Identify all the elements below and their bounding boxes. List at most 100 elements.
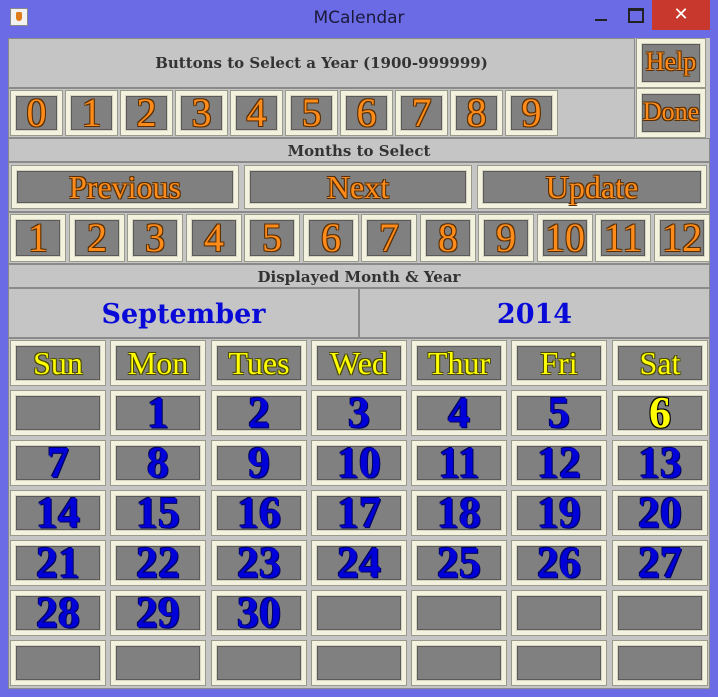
day-cell-17[interactable]: 17 <box>311 490 407 536</box>
month-button-10[interactable]: 10 <box>537 214 593 262</box>
month-display-panel: September <box>8 288 359 338</box>
day-cell-29[interactable]: 29 <box>110 590 206 636</box>
day-cell-empty <box>411 590 507 636</box>
close-button[interactable]: ✕ <box>652 0 710 30</box>
day-cell-28-label: 28 <box>36 588 80 637</box>
day-cell-25[interactable]: 25 <box>411 540 507 586</box>
month-button-2[interactable]: 2 <box>69 214 125 262</box>
month-button-3-label: 3 <box>145 215 165 260</box>
month-button-11[interactable]: 11 <box>595 214 651 262</box>
year-digit-4[interactable]: 4 <box>230 90 283 136</box>
update-button[interactable]: Update <box>477 165 707 209</box>
year-header-label: Buttons to Select a Year (1900-999999) <box>155 54 488 72</box>
month-button-6-label: 6 <box>321 215 341 260</box>
day-cell-19[interactable]: 19 <box>511 490 607 536</box>
year-digit-0[interactable]: 0 <box>10 90 63 136</box>
day-cell-9-label: 9 <box>248 438 270 487</box>
year-digit-9[interactable]: 9 <box>505 90 558 136</box>
day-cell-9[interactable]: 9 <box>211 440 307 486</box>
done-label: Done <box>642 97 700 126</box>
day-cell-empty-label <box>11 391 105 435</box>
day-cell-15[interactable]: 15 <box>110 490 206 536</box>
day-cell-18[interactable]: 18 <box>411 490 507 536</box>
month-button-5[interactable]: 5 <box>244 214 300 262</box>
weekday-sun-label: Sun <box>33 345 83 381</box>
day-cell-13-label: 13 <box>638 438 682 487</box>
day-cell-2[interactable]: 2 <box>211 390 307 436</box>
maximize-button[interactable] <box>618 0 650 30</box>
year-digit-3[interactable]: 3 <box>175 90 228 136</box>
day-cell-21[interactable]: 21 <box>10 540 106 586</box>
day-cell-6[interactable]: 6 <box>612 390 708 436</box>
day-cell-1-label: 1 <box>147 388 169 437</box>
help-button[interactable]: Help <box>636 38 706 88</box>
day-cell-empty <box>612 590 708 636</box>
month-button-1-label: 1 <box>28 215 48 260</box>
weekday-thur: Thur <box>411 340 507 386</box>
day-cell-empty-label <box>312 591 406 635</box>
month-button-8[interactable]: 8 <box>420 214 476 262</box>
year-digit-7[interactable]: 7 <box>395 90 448 136</box>
next-button[interactable]: Next <box>244 165 472 209</box>
previous-button[interactable]: Previous <box>11 165 239 209</box>
day-cell-1[interactable]: 1 <box>110 390 206 436</box>
month-button-3[interactable]: 3 <box>127 214 183 262</box>
previous-label: Previous <box>69 169 181 205</box>
day-cell-12[interactable]: 12 <box>511 440 607 486</box>
day-cell-26[interactable]: 26 <box>511 540 607 586</box>
day-cell-empty <box>311 590 407 636</box>
year-digit-1-label: 1 <box>81 90 102 135</box>
weekday-wed: Wed <box>311 340 407 386</box>
day-cell-11[interactable]: 11 <box>411 440 507 486</box>
title-bar[interactable]: MCalendar ✕ <box>0 0 718 38</box>
day-cell-30-label: 30 <box>237 588 281 637</box>
month-button-1[interactable]: 1 <box>10 214 66 262</box>
month-button-6[interactable]: 6 <box>303 214 359 262</box>
month-button-12[interactable]: 12 <box>654 214 710 262</box>
year-digit-6[interactable]: 6 <box>340 90 393 136</box>
day-cell-13[interactable]: 13 <box>612 440 708 486</box>
day-cell-8[interactable]: 8 <box>110 440 206 486</box>
month-button-8-label: 8 <box>438 215 458 260</box>
minimize-button[interactable] <box>584 0 618 30</box>
day-cell-empty-label <box>212 641 306 685</box>
day-cell-7[interactable]: 7 <box>10 440 106 486</box>
day-cell-24-label: 24 <box>337 538 381 587</box>
day-cell-20[interactable]: 20 <box>612 490 708 536</box>
day-cell-empty <box>511 640 607 686</box>
weekday-fri: Fri <box>511 340 607 386</box>
day-cell-3[interactable]: 3 <box>311 390 407 436</box>
day-cell-5[interactable]: 5 <box>511 390 607 436</box>
displayed-header-panel: Displayed Month & Year <box>8 264 710 288</box>
calendar-content: Buttons to Select a Year (1900-999999) H… <box>8 38 710 689</box>
day-cell-empty-label <box>412 641 506 685</box>
day-cell-10[interactable]: 10 <box>311 440 407 486</box>
month-button-9[interactable]: 9 <box>478 214 534 262</box>
month-button-12-label: 12 <box>662 215 702 260</box>
year-digit-8[interactable]: 8 <box>450 90 503 136</box>
day-cell-30[interactable]: 30 <box>211 590 307 636</box>
day-cell-27[interactable]: 27 <box>612 540 708 586</box>
day-cell-26-label: 26 <box>537 538 581 587</box>
month-button-10-label: 10 <box>545 215 585 260</box>
day-cell-5-label: 5 <box>548 388 570 437</box>
month-button-7[interactable]: 7 <box>361 214 417 262</box>
month-button-7-label: 7 <box>379 215 399 260</box>
month-button-11-label: 11 <box>603 215 643 260</box>
displayed-year: 2014 <box>496 299 573 330</box>
day-cell-4[interactable]: 4 <box>411 390 507 436</box>
year-digit-6-label: 6 <box>356 90 377 135</box>
done-button[interactable]: Done <box>636 88 706 138</box>
day-cell-3-label: 3 <box>348 388 370 437</box>
year-digit-2[interactable]: 2 <box>120 90 173 136</box>
weekday-fri-label: Fri <box>540 345 578 381</box>
day-cell-14[interactable]: 14 <box>10 490 106 536</box>
year-digit-5[interactable]: 5 <box>285 90 338 136</box>
day-cell-22[interactable]: 22 <box>110 540 206 586</box>
day-cell-24[interactable]: 24 <box>311 540 407 586</box>
day-cell-28[interactable]: 28 <box>10 590 106 636</box>
year-digit-1[interactable]: 1 <box>65 90 118 136</box>
month-button-4[interactable]: 4 <box>186 214 242 262</box>
day-cell-16[interactable]: 16 <box>211 490 307 536</box>
day-cell-23[interactable]: 23 <box>211 540 307 586</box>
